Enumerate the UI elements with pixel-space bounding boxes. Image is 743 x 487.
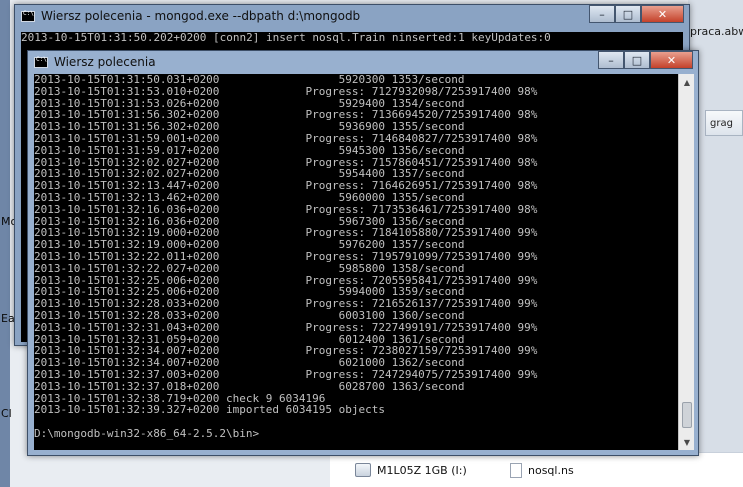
mongod-console-line: 2013-10-15T01:31:50.202+0200 [conn2] ins… bbox=[21, 32, 551, 44]
close-button[interactable]: ✕ bbox=[650, 51, 693, 69]
desktop-left-text: Ea bbox=[1, 312, 15, 325]
mongod-window-controls: – □ ✕ bbox=[589, 5, 684, 23]
file-item[interactable]: nosql.ns bbox=[510, 463, 574, 478]
side-play-button[interactable]: grag bbox=[705, 110, 743, 136]
close-button[interactable]: ✕ bbox=[641, 5, 684, 23]
minimize-button[interactable]: – bbox=[589, 5, 615, 23]
mongod-titlebar[interactable]: Wiersz polecenia - mongod.exe --dbpath d… bbox=[15, 5, 689, 27]
console-line: 2013-10-15T01:32:39.327+0200 imported 60… bbox=[34, 403, 385, 417]
usb-drive-icon bbox=[355, 463, 371, 477]
vertical-scrollbar[interactable]: ▲ ▼ bbox=[678, 74, 694, 450]
scroll-down-icon[interactable]: ▼ bbox=[679, 434, 695, 450]
drive-item[interactable]: M1L05Z 1GB (I:) bbox=[355, 463, 467, 477]
console-line: D:\mongodb-win32-x86_64-2.5.2\bin> bbox=[34, 426, 260, 440]
desktop-left-text: Cl bbox=[1, 407, 12, 420]
drive-label: M1L05Z 1GB (I:) bbox=[377, 463, 467, 477]
maximize-button[interactable]: □ bbox=[615, 5, 641, 23]
file-icon bbox=[510, 463, 522, 478]
cmd-icon bbox=[21, 10, 35, 22]
cmd-icon bbox=[34, 56, 48, 68]
cmd-window-title: Wiersz polecenia bbox=[54, 55, 156, 69]
maximize-button[interactable]: □ bbox=[624, 51, 650, 69]
mongod-window-title: Wiersz polecenia - mongod.exe --dbpath d… bbox=[41, 9, 361, 23]
scroll-up-icon[interactable]: ▲ bbox=[679, 74, 695, 90]
scroll-thumb[interactable] bbox=[682, 402, 692, 428]
cmd-window-controls: – □ ✕ bbox=[598, 51, 693, 69]
cmd-window[interactable]: Wiersz polecenia – □ ✕ 2013-10-15T01:31:… bbox=[27, 50, 699, 456]
cmd-console[interactable]: 2013-10-15T01:31:50.031+0200 5920300 135… bbox=[34, 74, 678, 450]
desktop-icon-praca[interactable]: praca.abw bbox=[690, 25, 743, 38]
cmd-console-output: 2013-10-15T01:31:50.031+0200 5920300 135… bbox=[34, 74, 678, 440]
side-button-label: grag bbox=[710, 117, 733, 129]
cmd-titlebar[interactable]: Wiersz polecenia – □ ✕ bbox=[28, 51, 698, 73]
file-label: nosql.ns bbox=[528, 464, 574, 477]
minimize-button[interactable]: – bbox=[598, 51, 624, 69]
